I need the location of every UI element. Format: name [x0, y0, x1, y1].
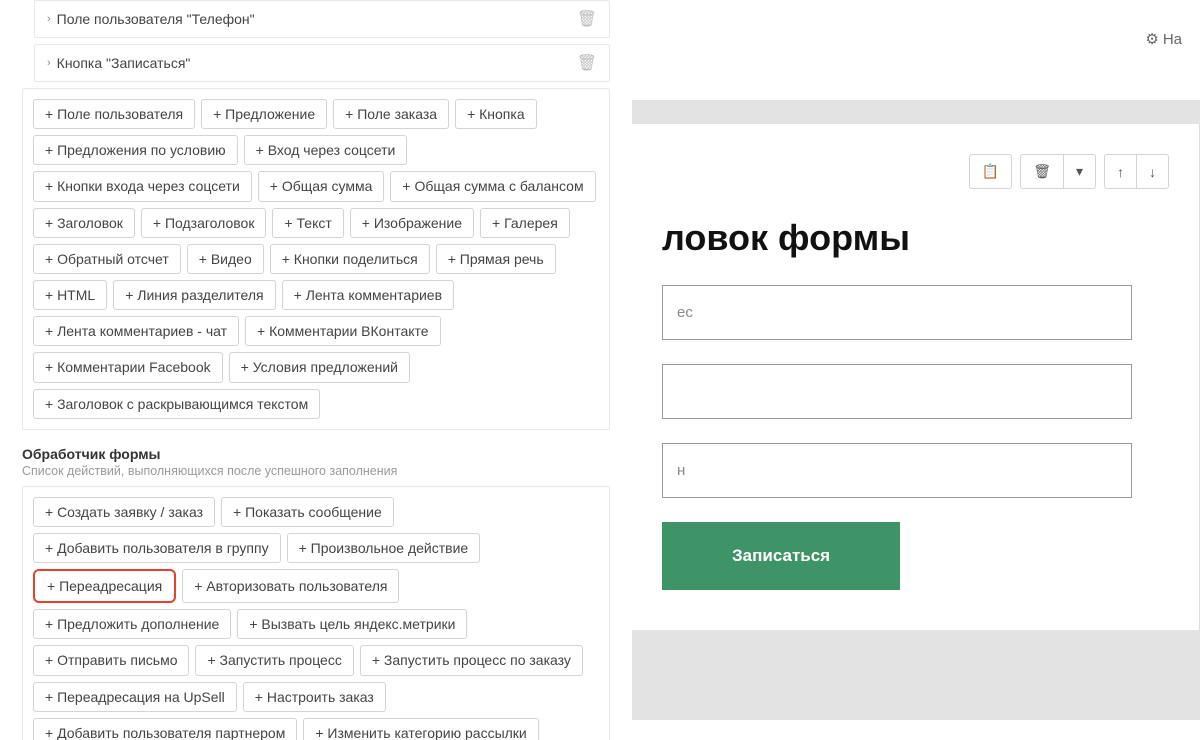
move-down-button[interactable]: ↓	[1137, 154, 1169, 189]
element-tag[interactable]: + HTML	[33, 280, 107, 310]
field-label: Поле пользователя "Телефон"	[57, 11, 255, 27]
element-tag[interactable]: + Прямая речь	[436, 244, 556, 274]
trash-icon: 🗑	[1033, 163, 1051, 180]
handler-title: Обработчик формы	[22, 446, 610, 462]
element-tag[interactable]: + Предложения по условию	[33, 135, 238, 165]
gray-strip	[632, 100, 1200, 124]
handler-tag[interactable]: + Настроить заказ	[243, 682, 386, 712]
element-tag[interactable]: + Заголовок	[33, 208, 135, 238]
element-tag[interactable]: + Предложение	[201, 99, 327, 129]
chevron-right-icon: ›	[47, 57, 51, 69]
element-tag[interactable]: + Текст	[272, 208, 343, 238]
preview-panel: ⚙ На 📋 🗑 ▾ ↑ ↓ ловок формы ес .	[632, 0, 1200, 740]
element-tag[interactable]: + Условия предложений	[229, 352, 410, 382]
toolbar: 📋 🗑 ▾ ↑ ↓	[662, 154, 1169, 189]
handler-tag[interactable]: + Показать сообщение	[221, 497, 394, 527]
element-tag[interactable]: + Комментарии ВКонтакте	[245, 316, 441, 346]
chevron-right-icon: ›	[47, 13, 51, 25]
element-tag[interactable]: + Общая сумма	[258, 171, 385, 201]
handler-tag[interactable]: + Добавить пользователя партнером	[33, 718, 297, 740]
chevron-down-icon: ▾	[1076, 163, 1083, 180]
element-tag[interactable]: + Лента комментариев - чат	[33, 316, 239, 346]
handler-tag[interactable]: + Запустить процесс по заказу	[360, 645, 583, 675]
field-label: Кнопка "Записаться"	[57, 55, 191, 71]
delete-button[interactable]: 🗑	[1020, 154, 1064, 189]
handler-tag[interactable]: + Создать заявку / заказ	[33, 497, 215, 527]
handler-tag[interactable]: + Предложить дополнение	[33, 609, 231, 639]
element-tag[interactable]: + Общая сумма с балансом	[390, 171, 595, 201]
delete-icon[interactable]: 🗑	[577, 53, 597, 73]
handler-tag[interactable]: + Добавить пользователя в группу	[33, 533, 281, 563]
handler-tags-panel: + Создать заявку / заказ+ Показать сообщ…	[22, 486, 610, 740]
dropdown-button[interactable]: ▾	[1064, 154, 1096, 189]
element-tag[interactable]: + Лента комментариев	[282, 280, 454, 310]
gear-icon: ⚙	[1145, 30, 1158, 48]
element-tag[interactable]: + Изображение	[350, 208, 474, 238]
move-up-button[interactable]: ↑	[1104, 154, 1137, 189]
settings-panel: › Поле пользователя "Телефон" 🗑 › Кнопка…	[0, 0, 632, 740]
handler-tag[interactable]: + Вызвать цель яндекс.метрики	[237, 609, 467, 639]
clipboard-icon: 📋	[982, 163, 999, 180]
element-tag[interactable]: + Кнопка	[455, 99, 537, 129]
form-title: ловок формы	[662, 217, 1169, 259]
element-tag[interactable]: + Видео	[187, 244, 264, 274]
element-tag[interactable]: + Линия разделителя	[113, 280, 275, 310]
preview-input-2[interactable]: .	[662, 364, 1132, 419]
element-tag[interactable]: + Заголовок с раскрывающимся текстом	[33, 389, 320, 419]
element-tag[interactable]: + Поле пользователя	[33, 99, 195, 129]
handler-tag[interactable]: + Изменить категорию рассылки	[303, 718, 538, 740]
preview-input-3[interactable]: н	[662, 443, 1132, 498]
element-tag[interactable]: + Кнопки входа через соцсети	[33, 171, 252, 201]
handler-tag[interactable]: + Переадресация	[33, 569, 176, 603]
preview-input-1[interactable]: ес	[662, 285, 1132, 340]
element-tag[interactable]: + Подзаголовок	[141, 208, 267, 238]
settings-link[interactable]: ⚙ На	[1145, 30, 1182, 48]
element-tag[interactable]: + Галерея	[480, 208, 570, 238]
element-tag[interactable]: + Вход через соцсети	[244, 135, 408, 165]
gray-strip	[632, 630, 1200, 720]
field-row-phone[interactable]: › Поле пользователя "Телефон" 🗑	[34, 0, 610, 38]
handler-tag[interactable]: + Произвольное действие	[287, 533, 481, 563]
delete-icon[interactable]: 🗑	[577, 9, 597, 29]
preview-card: 📋 🗑 ▾ ↑ ↓ ловок формы ес . н Записаться	[632, 124, 1200, 630]
paste-button[interactable]: 📋	[969, 154, 1012, 189]
element-tag[interactable]: + Поле заказа	[333, 99, 449, 129]
handler-tag[interactable]: + Запустить процесс	[195, 645, 353, 675]
handler-tag[interactable]: + Авторизовать пользователя	[182, 569, 399, 603]
handler-tag[interactable]: + Отправить письмо	[33, 645, 189, 675]
element-tag[interactable]: + Комментарии Facebook	[33, 352, 223, 382]
element-tag[interactable]: + Обратный отсчет	[33, 244, 181, 274]
handler-desc: Список действий, выполняющихся после усп…	[22, 464, 610, 478]
field-row-button[interactable]: › Кнопка "Записаться" 🗑	[34, 44, 610, 82]
handler-tag[interactable]: + Переадресация на UpSell	[33, 682, 237, 712]
submit-button[interactable]: Записаться	[662, 522, 900, 590]
arrow-down-icon: ↓	[1149, 164, 1156, 180]
element-tags-panel: + Поле пользователя+ Предложение+ Поле з…	[22, 88, 610, 430]
arrow-up-icon: ↑	[1117, 164, 1124, 180]
element-tag[interactable]: + Кнопки поделиться	[270, 244, 430, 274]
